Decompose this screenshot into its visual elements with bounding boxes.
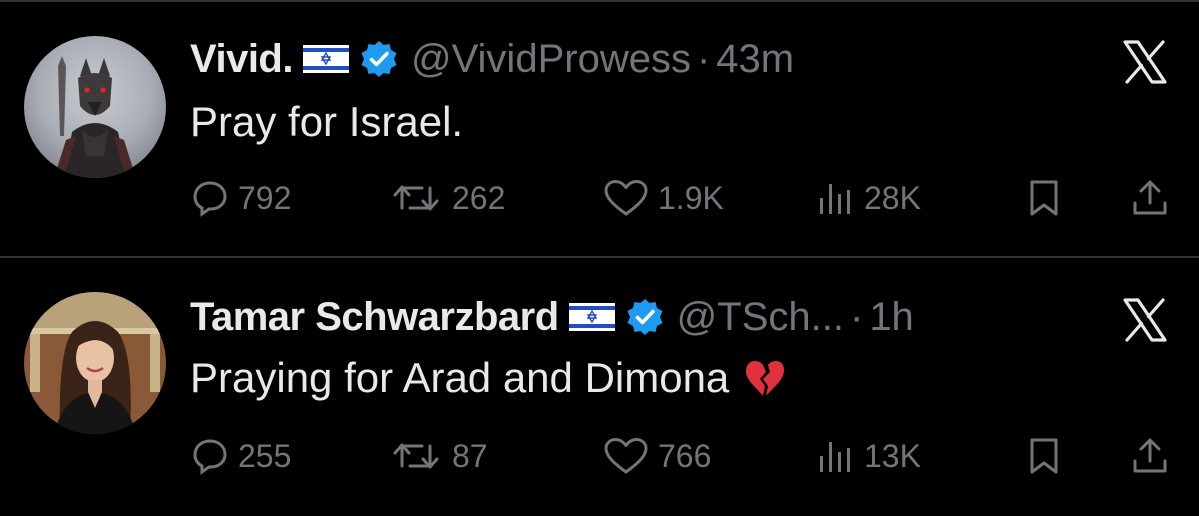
tweet-actions: 792 262 1.9K 28K (190, 172, 1180, 224)
avatar[interactable] (24, 36, 166, 178)
share-icon (1133, 180, 1167, 215)
like-icon (604, 180, 648, 216)
tweet-text-content: Praying for Arad and Dimona (190, 354, 730, 401)
bookmark-icon (1030, 438, 1058, 474)
separator: · (849, 294, 864, 339)
display-name[interactable]: Vivid. (190, 37, 293, 82)
repost-button[interactable]: 87 (388, 430, 488, 482)
tweet-header: Tamar Schwarzbard @TSch... · 1h (190, 292, 914, 342)
like-icon (604, 438, 648, 474)
views-icon (820, 442, 850, 472)
like-count: 766 (658, 437, 712, 474)
tweet-actions: 255 87 766 13K (190, 430, 1180, 482)
x-logo-icon[interactable] (1121, 296, 1169, 344)
x-logo-icon[interactable] (1121, 38, 1169, 86)
reply-button[interactable]: 792 (190, 172, 291, 224)
reply-icon (193, 439, 227, 475)
views-count: 13K (864, 437, 921, 474)
share-button[interactable] (1130, 172, 1170, 224)
reply-count: 255 (238, 437, 292, 474)
avatar[interactable] (24, 292, 166, 434)
like-button[interactable]: 766 (602, 430, 711, 482)
bookmark-button[interactable] (1024, 430, 1064, 482)
tweet-card[interactable]: Vivid. @VividProwess · 43m Pray for Isra… (0, 0, 1199, 255)
handle[interactable]: @VividProwess (411, 37, 691, 82)
timestamp[interactable]: 1h (869, 295, 914, 340)
share-icon (1133, 438, 1167, 473)
views-count: 28K (864, 179, 921, 216)
handle[interactable]: @TSch... (677, 295, 844, 340)
tweet-text: Praying for Arad and Dimona (190, 354, 787, 402)
repost-button[interactable]: 262 (388, 172, 505, 224)
verified-badge-icon (625, 297, 665, 337)
share-button[interactable] (1130, 430, 1170, 482)
views-button[interactable]: 13K (816, 430, 921, 482)
like-count: 1.9K (658, 179, 724, 216)
repost-count: 262 (452, 179, 506, 216)
like-button[interactable]: 1.9K (602, 172, 724, 224)
views-icon (820, 184, 850, 214)
verified-badge-icon (359, 39, 399, 79)
bookmark-icon (1030, 180, 1058, 216)
tweet-text-content: Pray for Israel. (190, 98, 464, 145)
bookmark-button[interactable] (1024, 172, 1064, 224)
reply-count: 792 (238, 179, 292, 216)
tweet-text: Pray for Israel. (190, 98, 463, 146)
tweet-card[interactable]: Tamar Schwarzbard @TSch... · 1h Praying … (0, 258, 1199, 513)
views-button[interactable]: 28K (816, 172, 921, 224)
repost-icon (393, 443, 439, 469)
israel-flag-icon (302, 43, 349, 75)
display-name[interactable]: Tamar Schwarzbard (190, 295, 559, 340)
broken-heart-icon (743, 356, 787, 400)
reply-button[interactable]: 255 (190, 430, 291, 482)
israel-flag-icon (568, 301, 615, 333)
separator: · (696, 36, 711, 81)
tweet-header: Vivid. @VividProwess · 43m (190, 34, 794, 84)
reply-icon (193, 181, 227, 217)
timestamp[interactable]: 43m (716, 37, 794, 82)
repost-count: 87 (452, 437, 488, 474)
repost-icon (393, 185, 439, 211)
